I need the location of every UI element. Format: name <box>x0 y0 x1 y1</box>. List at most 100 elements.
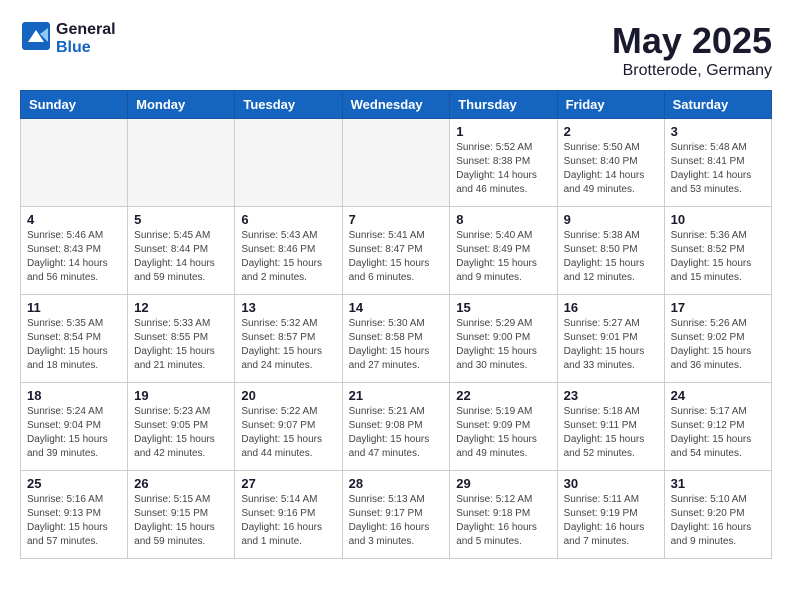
day-number: 1 <box>456 124 550 139</box>
day-info: Sunrise: 5:32 AM Sunset: 8:57 PM Dayligh… <box>241 317 335 373</box>
calendar-cell: 4 Sunrise: 5:46 AM Sunset: 8:43 PM Daylig… <box>21 207 128 295</box>
calendar-cell: 24 Sunrise: 5:17 AM Sunset: 9:12 PM Dayli… <box>664 383 771 471</box>
calendar-cell: 5Sunrise: 5:45 AM Sunset: 8:44 PM Daylig… <box>128 207 235 295</box>
day-number: 14 <box>349 300 444 315</box>
day-number: 22 <box>456 388 550 403</box>
day-info: Sunrise: 5:35 AM Sunset: 8:54 PM Dayligh… <box>27 317 121 373</box>
calendar-cell: 16 Sunrise: 5:27 AM Sunset: 9:01 PM Dayli… <box>557 295 664 383</box>
day-info: Sunrise: 5:36 AM Sunset: 8:52 PM Dayligh… <box>671 229 765 285</box>
day-number: 15 <box>456 300 550 315</box>
day-info: Sunrise: 5:50 AM Sunset: 8:40 PM Dayligh… <box>564 141 658 197</box>
calendar-cell: 25 Sunrise: 5:16 AM Sunset: 9:13 PM Dayli… <box>21 471 128 559</box>
calendar-cell: 29 Sunrise: 5:12 AM Sunset: 9:18 PM Dayli… <box>450 471 557 559</box>
day-number: 31 <box>671 476 765 491</box>
day-number: 29 <box>456 476 550 491</box>
calendar-cell: 10Sunrise: 5:36 AM Sunset: 8:52 PM Dayli… <box>664 207 771 295</box>
day-number: 28 <box>349 476 444 491</box>
calendar-cell: 13Sunrise: 5:32 AM Sunset: 8:57 PM Dayli… <box>235 295 342 383</box>
day-info: Sunrise: 5:16 AM Sunset: 9:13 PM Dayligh… <box>27 493 121 549</box>
day-info: Sunrise: 5:22 AM Sunset: 9:07 PM Dayligh… <box>241 405 335 461</box>
calendar-cell: 2 Sunrise: 5:50 AM Sunset: 8:40 PM Daylig… <box>557 119 664 207</box>
day-info: Sunrise: 5:11 AM Sunset: 9:19 PM Dayligh… <box>564 493 658 549</box>
calendar-cell: 21 Sunrise: 5:21 AM Sunset: 9:08 PM Dayli… <box>342 383 450 471</box>
day-number: 11 <box>27 300 121 315</box>
calendar-cell <box>342 119 450 207</box>
calendar-cell: 27 Sunrise: 5:14 AM Sunset: 9:16 PM Dayli… <box>235 471 342 559</box>
calendar-cell: 30 Sunrise: 5:11 AM Sunset: 9:19 PM Dayli… <box>557 471 664 559</box>
day-number: 5 <box>134 212 228 227</box>
day-number: 4 <box>27 212 121 227</box>
calendar-cell: 18 Sunrise: 5:24 AM Sunset: 9:04 PM Dayli… <box>21 383 128 471</box>
day-info: Sunrise: 5:15 AM Sunset: 9:15 PM Dayligh… <box>134 493 228 549</box>
day-number: 3 <box>671 124 765 139</box>
month-title: May 2025 <box>612 20 772 62</box>
calendar-cell: 19Sunrise: 5:23 AM Sunset: 9:05 PM Dayli… <box>128 383 235 471</box>
day-info: Sunrise: 5:13 AM Sunset: 9:17 PM Dayligh… <box>349 493 444 549</box>
calendar-cell: 14 Sunrise: 5:30 AM Sunset: 8:58 PM Dayli… <box>342 295 450 383</box>
logo: General Blue <box>20 20 116 57</box>
calendar-cell: 26Sunrise: 5:15 AM Sunset: 9:15 PM Dayli… <box>128 471 235 559</box>
day-info: Sunrise: 5:46 AM Sunset: 8:43 PM Dayligh… <box>27 229 121 285</box>
calendar-cell: 17 Sunrise: 5:26 AM Sunset: 9:02 PM Dayli… <box>664 295 771 383</box>
day-info: Sunrise: 5:12 AM Sunset: 9:18 PM Dayligh… <box>456 493 550 549</box>
day-info: Sunrise: 5:18 AM Sunset: 9:11 PM Dayligh… <box>564 405 658 461</box>
day-info: Sunrise: 5:43 AM Sunset: 8:46 PM Dayligh… <box>241 229 335 285</box>
logo-icon <box>20 20 52 52</box>
logo-general-text: General <box>56 21 116 39</box>
weekday-header-friday: Friday <box>557 91 664 119</box>
calendar-cell: 7Sunrise: 5:41 AM Sunset: 8:47 PM Daylig… <box>342 207 450 295</box>
day-info: Sunrise: 5:52 AM Sunset: 8:38 PM Dayligh… <box>456 141 550 197</box>
day-number: 30 <box>564 476 658 491</box>
calendar-cell: 6Sunrise: 5:43 AM Sunset: 8:46 PM Daylig… <box>235 207 342 295</box>
day-number: 20 <box>241 388 335 403</box>
calendar-table: SundayMondayTuesdayWednesdayThursdayFrid… <box>20 90 772 559</box>
weekday-header-monday: Monday <box>128 91 235 119</box>
day-number: 8 <box>456 212 550 227</box>
weekday-header-sunday: Sunday <box>21 91 128 119</box>
calendar-cell: 11 Sunrise: 5:35 AM Sunset: 8:54 PM Dayli… <box>21 295 128 383</box>
day-info: Sunrise: 5:27 AM Sunset: 9:01 PM Dayligh… <box>564 317 658 373</box>
day-number: 7 <box>349 212 444 227</box>
calendar-cell <box>235 119 342 207</box>
calendar-cell <box>21 119 128 207</box>
day-info: Sunrise: 5:40 AM Sunset: 8:49 PM Dayligh… <box>456 229 550 285</box>
weekday-header-thursday: Thursday <box>450 91 557 119</box>
calendar-cell: 3 Sunrise: 5:48 AM Sunset: 8:41 PM Daylig… <box>664 119 771 207</box>
day-number: 17 <box>671 300 765 315</box>
day-info: Sunrise: 5:14 AM Sunset: 9:16 PM Dayligh… <box>241 493 335 549</box>
day-info: Sunrise: 5:48 AM Sunset: 8:41 PM Dayligh… <box>671 141 765 197</box>
day-number: 25 <box>27 476 121 491</box>
day-number: 12 <box>134 300 228 315</box>
day-info: Sunrise: 5:38 AM Sunset: 8:50 PM Dayligh… <box>564 229 658 285</box>
calendar-cell: 20 Sunrise: 5:22 AM Sunset: 9:07 PM Dayli… <box>235 383 342 471</box>
day-info: Sunrise: 5:26 AM Sunset: 9:02 PM Dayligh… <box>671 317 765 373</box>
day-number: 18 <box>27 388 121 403</box>
day-number: 21 <box>349 388 444 403</box>
day-info: Sunrise: 5:21 AM Sunset: 9:08 PM Dayligh… <box>349 405 444 461</box>
day-number: 16 <box>564 300 658 315</box>
day-info: Sunrise: 5:30 AM Sunset: 8:58 PM Dayligh… <box>349 317 444 373</box>
week-row-1: 1 Sunrise: 5:52 AM Sunset: 8:38 PM Daylig… <box>21 119 772 207</box>
day-number: 2 <box>564 124 658 139</box>
day-info: Sunrise: 5:10 AM Sunset: 9:20 PM Dayligh… <box>671 493 765 549</box>
day-number: 27 <box>241 476 335 491</box>
location-title: Brotterode, Germany <box>612 62 772 80</box>
day-info: Sunrise: 5:19 AM Sunset: 9:09 PM Dayligh… <box>456 405 550 461</box>
calendar-cell: 15Sunrise: 5:29 AM Sunset: 9:00 PM Dayli… <box>450 295 557 383</box>
weekday-header-tuesday: Tuesday <box>235 91 342 119</box>
calendar-cell: 1 Sunrise: 5:52 AM Sunset: 8:38 PM Daylig… <box>450 119 557 207</box>
day-info: Sunrise: 5:33 AM Sunset: 8:55 PM Dayligh… <box>134 317 228 373</box>
calendar-cell: 28 Sunrise: 5:13 AM Sunset: 9:17 PM Dayli… <box>342 471 450 559</box>
calendar-cell <box>128 119 235 207</box>
day-info: Sunrise: 5:24 AM Sunset: 9:04 PM Dayligh… <box>27 405 121 461</box>
calendar-cell: 22 Sunrise: 5:19 AM Sunset: 9:09 PM Dayli… <box>450 383 557 471</box>
day-number: 23 <box>564 388 658 403</box>
day-number: 24 <box>671 388 765 403</box>
day-info: Sunrise: 5:23 AM Sunset: 9:05 PM Dayligh… <box>134 405 228 461</box>
week-row-3: 11 Sunrise: 5:35 AM Sunset: 8:54 PM Dayli… <box>21 295 772 383</box>
calendar-cell: 12 Sunrise: 5:33 AM Sunset: 8:55 PM Dayli… <box>128 295 235 383</box>
calendar-cell: 9Sunrise: 5:38 AM Sunset: 8:50 PM Daylig… <box>557 207 664 295</box>
calendar-cell: 31 Sunrise: 5:10 AM Sunset: 9:20 PM Dayli… <box>664 471 771 559</box>
day-info: Sunrise: 5:17 AM Sunset: 9:12 PM Dayligh… <box>671 405 765 461</box>
week-row-5: 25 Sunrise: 5:16 AM Sunset: 9:13 PM Dayli… <box>21 471 772 559</box>
